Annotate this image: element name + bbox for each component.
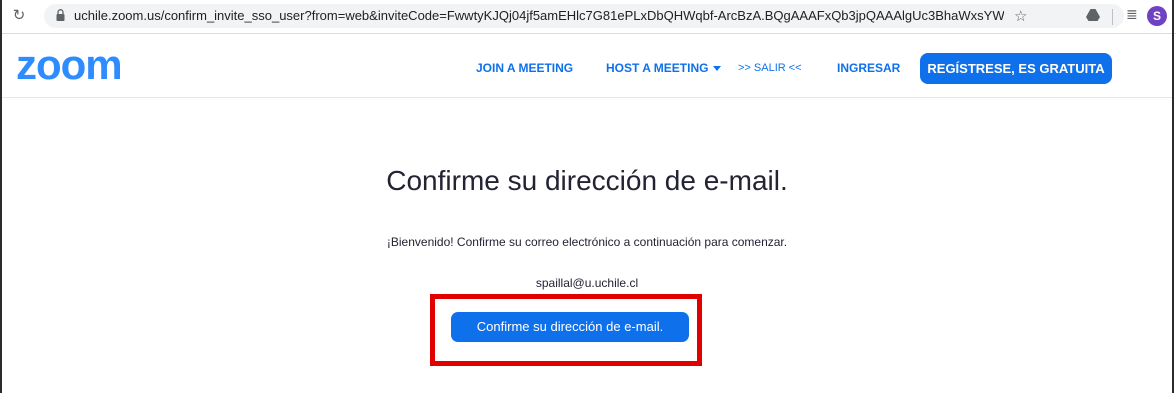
- email-address: spaillal@u.uchile.cl: [535, 276, 639, 290]
- nav-host-label: HOST A MEETING: [606, 61, 709, 75]
- nav-host-meeting[interactable]: HOST A MEETING: [606, 61, 722, 75]
- nav-join-meeting[interactable]: JOIN A MEETING: [476, 61, 573, 75]
- confirm-email-button[interactable]: Confirme su dirección de e-mail.: [451, 312, 689, 342]
- signup-button[interactable]: REGÍSTRESE, ES GRATUITA: [920, 53, 1112, 84]
- reload-icon[interactable]: ↻: [10, 6, 28, 24]
- nav-salir[interactable]: >> SALIR <<: [738, 61, 802, 75]
- toolbar-divider: [1112, 9, 1113, 25]
- chevron-down-icon: [713, 66, 722, 72]
- url-text: uchile.zoom.us/confirm_invite_sso_user?f…: [74, 8, 1004, 23]
- bookmark-star-icon[interactable]: ☆: [1014, 7, 1027, 25]
- zoom-header: zoom JOIN A MEETING HOST A MEETING >> SA…: [2, 34, 1172, 98]
- browser-toolbar: ↻ uchile.zoom.us/confirm_invite_sso_user…: [0, 0, 1176, 34]
- reading-list-icon[interactable]: ≣: [1126, 6, 1138, 24]
- profile-avatar[interactable]: S: [1147, 6, 1167, 26]
- zoom-logo[interactable]: zoom: [16, 44, 123, 86]
- lock-icon: [56, 9, 65, 21]
- drive-icon[interactable]: [1086, 9, 1100, 21]
- page-title: Confirme su dirección de e-mail.: [386, 165, 788, 196]
- main-content: Confirme su dirección de e-mail. ¡Bienve…: [2, 98, 1172, 393]
- welcome-text: ¡Bienvenido! Confirme su correo electrón…: [386, 235, 788, 249]
- nav-ingresar[interactable]: INGRESAR: [837, 61, 900, 75]
- address-bar[interactable]: uchile.zoom.us/confirm_invite_sso_user?f…: [44, 4, 1124, 28]
